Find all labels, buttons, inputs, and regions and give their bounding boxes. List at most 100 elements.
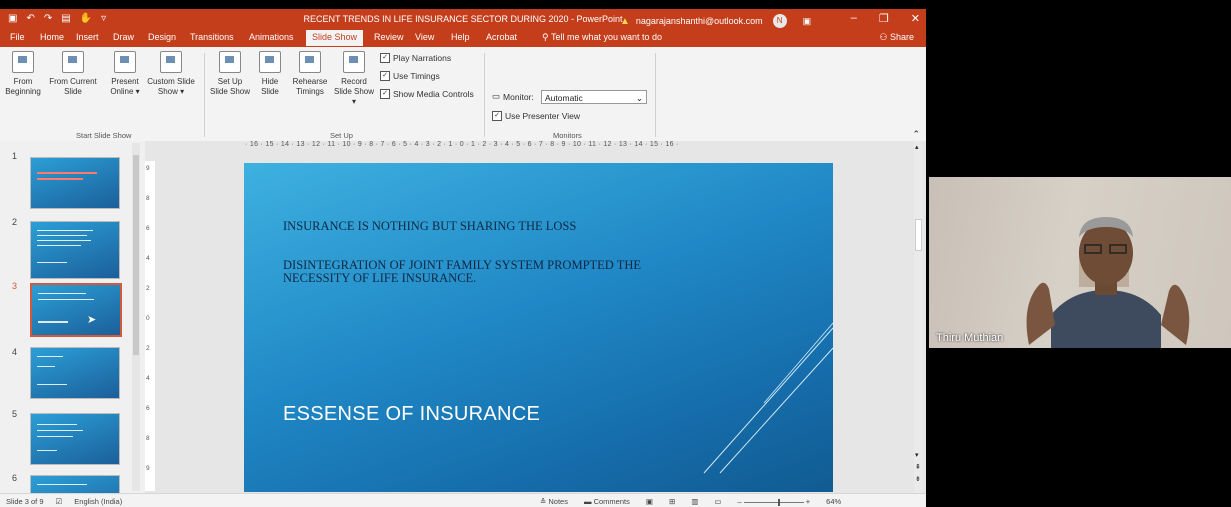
status-bar: Slide 3 of 9 ☑ English (India) ≙ Notes ▬… xyxy=(0,493,926,507)
notes-button[interactable]: ≙ Notes xyxy=(540,497,568,506)
slide-text-line-1[interactable]: INSURANCE IS NOTHING BUT SHARING THE LOS… xyxy=(283,219,576,234)
thumbnail-text xyxy=(37,178,83,180)
tab-acrobat[interactable]: Acrobat xyxy=(486,32,517,42)
normal-view-icon[interactable]: ▣ xyxy=(646,497,653,506)
powerpoint-window: ▣ ↶ ↷ ▤ ✋ ▿ RECENT TRENDS IN LIFE INSURA… xyxy=(0,9,926,507)
hide-slide-button[interactable]: Hide Slide xyxy=(255,51,285,97)
present-online-icon xyxy=(114,51,136,73)
use-presenter-view-checkbox[interactable]: ✓ Use Presenter View xyxy=(492,111,580,121)
thumbnail-number: 6 xyxy=(12,473,18,483)
tab-view[interactable]: View xyxy=(415,32,434,42)
notes-icon: ≙ xyxy=(540,497,547,506)
rehearse-timings-button[interactable]: Rehearse Timings xyxy=(290,51,330,97)
thumbnail-number: 4 xyxy=(12,347,18,357)
customize-qat-icon[interactable]: ▿ xyxy=(101,13,106,24)
present-online-button[interactable]: Present Online ▾ xyxy=(108,51,142,97)
tell-me-box[interactable]: ⚲ Tell me what you want to do xyxy=(542,32,662,43)
participant-name: Thiru Muthian xyxy=(936,332,1004,344)
play-narrations-checkbox[interactable]: ✓ Play Narrations xyxy=(380,53,451,63)
slide-text-line-2[interactable]: DISINTEGRATION OF JOINT FAMILY SYSTEM PR… xyxy=(283,259,683,285)
restore-icon[interactable]: ❐ xyxy=(879,12,889,25)
slideshow-view-icon[interactable]: ▭ xyxy=(714,497,721,506)
scrollbar-thumb[interactable] xyxy=(915,219,922,251)
window-controls: – ❐ ✕ xyxy=(851,12,920,25)
group-set-up: Set Up xyxy=(330,131,353,140)
tab-animations[interactable]: Animations xyxy=(249,32,294,42)
account-area[interactable]: ▲ nagarajanshanthi@outlook.com N ▣ xyxy=(620,14,811,28)
undo-icon[interactable]: ↶ xyxy=(26,13,34,24)
thumbnail-number: 1 xyxy=(12,151,18,161)
redo-icon[interactable]: ↷ xyxy=(44,13,52,24)
custom-slide-show-button[interactable]: Custom Slide Show ▾ xyxy=(146,51,196,97)
tab-help[interactable]: Help xyxy=(451,32,470,42)
editor-scrollbar[interactable]: ▴ ▾ ⇞ ⇟ xyxy=(914,141,923,493)
slide-sorter-icon[interactable]: ⊞ xyxy=(669,497,675,506)
horizontal-ruler: · 16 · 15 · 14 · 13 · 12 · 11 · 10 · 9 ·… xyxy=(245,141,679,148)
monitor-select[interactable]: Automatic ⌄ xyxy=(541,90,647,104)
zoom-level[interactable]: 64% xyxy=(826,497,841,506)
comments-button[interactable]: ▬ Comments xyxy=(584,497,630,506)
close-icon[interactable]: ✕ xyxy=(911,12,920,25)
reading-view-icon[interactable]: ▥ xyxy=(691,497,698,506)
slide-thumbnail-selected[interactable]: ➤ xyxy=(30,283,122,337)
tab-insert[interactable]: Insert xyxy=(76,32,99,42)
touch-mode-icon[interactable]: ✋ xyxy=(80,13,92,24)
tab-home[interactable]: Home xyxy=(40,32,64,42)
record-label: Record Slide Show ▾ xyxy=(333,77,375,106)
play-narrations-label: Play Narrations xyxy=(393,53,452,63)
present-online-label: Present Online ▾ xyxy=(110,77,140,96)
slide-thumbnail[interactable] xyxy=(30,413,120,465)
collapse-ribbon-icon[interactable]: ⌃ xyxy=(912,129,920,140)
scroll-down-icon[interactable]: ▾ xyxy=(915,451,919,459)
show-media-controls-checkbox[interactable]: ✓ Show Media Controls xyxy=(380,89,474,99)
thumbnail-text xyxy=(37,436,73,437)
from-beginning-label: From Beginning xyxy=(5,77,41,96)
scroll-up-icon[interactable]: ▴ xyxy=(915,143,919,151)
thumbnail-text xyxy=(37,450,57,451)
from-beginning-button[interactable]: From Beginning xyxy=(4,51,42,97)
checkmark-icon: ✓ xyxy=(380,89,390,99)
language-indicator[interactable]: English (India) xyxy=(74,497,122,506)
slide-thumbnail[interactable] xyxy=(30,221,120,279)
from-current-slide-button[interactable]: From Current Slide xyxy=(46,51,100,97)
thumbnail-text xyxy=(37,366,55,367)
slide-thumbnail[interactable] xyxy=(30,157,120,209)
minimize-icon[interactable]: – xyxy=(851,12,857,25)
share-label: Share xyxy=(889,32,914,42)
ribbon-display-options-icon[interactable]: ▣ xyxy=(803,16,812,27)
tab-design[interactable]: Design xyxy=(148,32,176,42)
thumbnail-text xyxy=(37,430,83,431)
checkmark-icon: ✓ xyxy=(380,53,390,63)
tab-draw[interactable]: Draw xyxy=(113,32,134,42)
use-timings-checkbox[interactable]: ✓ Use Timings xyxy=(380,71,440,81)
slide-thumbnail[interactable] xyxy=(30,347,120,399)
zoom-slider[interactable]: – + xyxy=(737,497,810,506)
tab-slide-show[interactable]: Slide Show xyxy=(306,30,364,46)
group-monitors: Monitors xyxy=(553,131,582,140)
start-from-beginning-icon[interactable]: ▤ xyxy=(61,13,70,24)
record-slide-show-button[interactable]: Record Slide Show ▾ xyxy=(333,51,375,107)
previous-slide-icon[interactable]: ⇞ xyxy=(915,463,921,471)
thumbnail-number: 3 xyxy=(12,281,18,291)
custom-show-label: Custom Slide Show ▾ xyxy=(147,77,195,96)
thumbnail-scrollbar[interactable] xyxy=(132,143,140,491)
custom-show-icon xyxy=(160,51,182,73)
tab-review[interactable]: Review xyxy=(374,32,404,42)
current-slide[interactable]: INSURANCE IS NOTHING BUT SHARING THE LOS… xyxy=(244,163,833,492)
slide-heading[interactable]: ESSENSE OF INSURANCE xyxy=(283,403,540,426)
monitor-label: Monitor: xyxy=(503,91,534,102)
share-button[interactable]: ⚇ Share xyxy=(879,32,914,43)
tab-transitions[interactable]: Transitions xyxy=(190,32,234,42)
avatar[interactable]: N xyxy=(772,14,787,28)
scrollbar-thumb[interactable] xyxy=(133,155,139,355)
title-bar: ▣ ↶ ↷ ▤ ✋ ▿ RECENT TRENDS IN LIFE INSURA… xyxy=(0,9,926,29)
thumbnail-text xyxy=(37,240,91,241)
save-icon[interactable]: ▣ xyxy=(8,13,17,24)
tab-file[interactable]: File xyxy=(10,32,25,42)
comments-label: Comments xyxy=(593,497,630,506)
spellcheck-icon[interactable]: ☑ xyxy=(56,497,63,506)
slide-counter: Slide 3 of 9 xyxy=(6,497,44,506)
set-up-slide-show-button[interactable]: Set Up Slide Show xyxy=(208,51,252,97)
thumbnail-text xyxy=(37,235,87,236)
next-slide-icon[interactable]: ⇟ xyxy=(915,475,921,483)
